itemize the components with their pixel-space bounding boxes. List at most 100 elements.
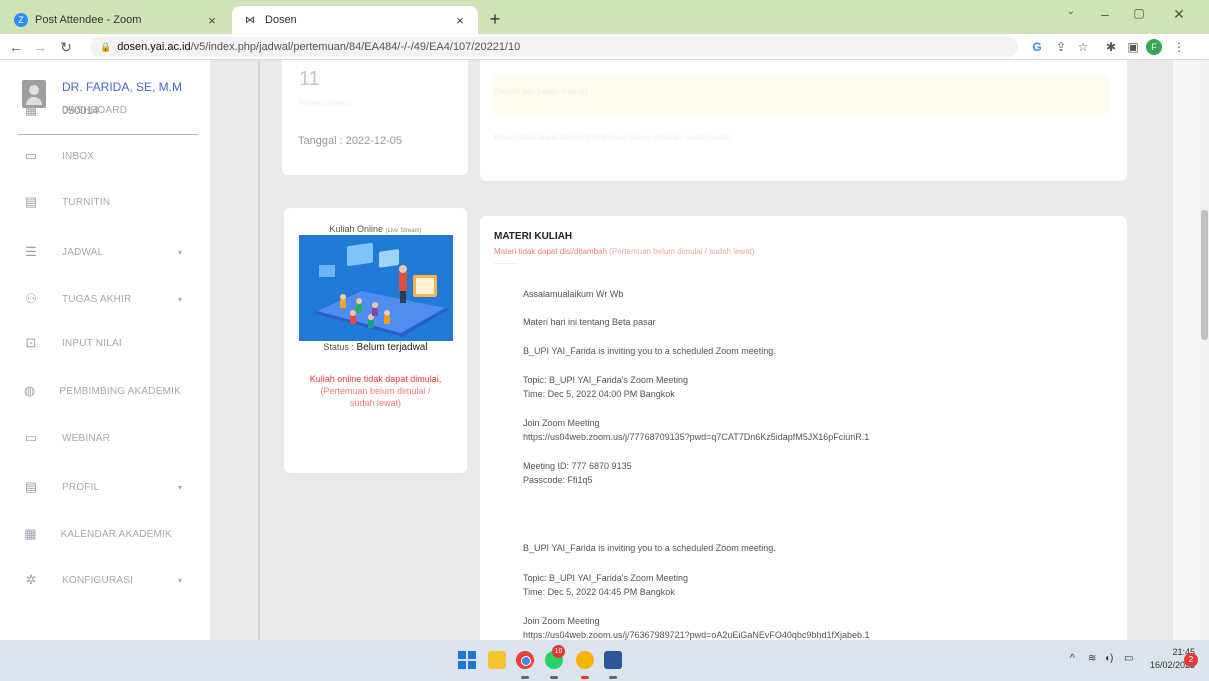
live-stream-label: (Live Stream) (385, 228, 422, 234)
bookmark-star-icon[interactable]: ☆ (1074, 37, 1092, 57)
scrollbar-thumb[interactable] (1201, 210, 1208, 340)
sidebar-item-konfigurasi[interactable]: ✲ KONFIGURASI ▾ (0, 567, 210, 593)
profile-avatar[interactable]: F (1146, 39, 1162, 55)
status-label: Status : (323, 342, 354, 352)
materi-subtitle-main: Materi tidak dapat disi/ditambah (494, 247, 607, 256)
materi-line[interactable]: https://us04web.zoom.us/j/77768709135?pw… (523, 432, 869, 442)
close-icon[interactable]: × (204, 13, 220, 28)
kuliah-online-card: Kuliah Online (Live Stream) Status : Bel… (284, 208, 467, 473)
sidebar-item-input-nilai[interactable]: ⊡ INPUT NILAI (0, 330, 210, 356)
message-disabled-text: Pesan tidak dapat dikirim (Pertemuan bel… (494, 133, 732, 142)
sidebar-item-kalendar-akademik[interactable]: ▦ KALENDAR AKADEMIK (0, 521, 210, 547)
address-bar[interactable]: 🔒 dosen.yai.ac.id/v5/index.php/jadwal/pe… (90, 37, 1018, 57)
materi-line: Join Zoom Meeting (523, 418, 600, 428)
sidebar-item-label: PEMBIMBING AKADEMIK (59, 385, 181, 397)
materi-line: Topic: B_UPI YAI_Farida's Zoom Meeting (523, 573, 688, 583)
materi-line: B_UPI YAI_Farida is inviting you to a sc… (523, 346, 776, 356)
sidebar-item-pembimbing-akademik[interactable]: ◍ PEMBIMBING AKADEMIK (0, 378, 210, 404)
side-panel-icon[interactable]: ▣ (1124, 37, 1142, 57)
new-tab-button[interactable]: + (484, 9, 506, 31)
kuliah-online-title-text: Kuliah Online (329, 224, 383, 234)
message-empty-text: (Belum ada pesan masuk) (494, 87, 588, 96)
materi-line: Join Zoom Meeting (523, 616, 600, 626)
warning-line-3: sudah lewat) (349, 398, 402, 408)
browser-toolbar: ← → ↻ 🔒 dosen.yai.ac.id/v5/index.php/jad… (0, 34, 1209, 60)
warning-line-1: Kuliah online tidak dapat dimulai, (309, 374, 442, 384)
windows-taskbar: 10 ^ ≋ ◖) ▭ 21:45 16/02/2023 2 (0, 640, 1209, 681)
restore-icon[interactable]: ▢ (1124, 6, 1154, 28)
tray-chevron-icon[interactable]: ^ (1070, 653, 1075, 664)
materi-line: Meeting ID: 777 6870 9135 (523, 461, 632, 471)
input-nilai-icon: ⊡ (25, 335, 37, 350)
chevron-down-icon: ▾ (177, 482, 182, 492)
tab-search-icon[interactable]: ⌄ (1056, 6, 1086, 28)
sidebar-item-label: JADWAL (62, 246, 104, 258)
share-icon[interactable]: ⇪ (1052, 37, 1070, 57)
divider (494, 263, 518, 264)
pertemuan-date: Tanggal : 2022-12-05 (298, 135, 402, 147)
reload-icon[interactable]: ↻ (56, 37, 76, 57)
tab-label: Post Attendee - Zoom (35, 14, 142, 26)
url-path: /v5/index.php/jadwal/pertemuan/84/EA484/… (190, 41, 521, 53)
lock-icon: 🔒 (100, 41, 112, 52)
chrome-canary-icon[interactable] (576, 651, 594, 669)
battery-icon[interactable]: ▭ (1124, 653, 1133, 664)
zoom-icon: Z (14, 13, 28, 27)
materi-line: Assalamualaikum Wr Wb (523, 289, 624, 299)
close-icon[interactable]: × (452, 13, 468, 28)
warning-line-2: (Pertemuan belum dimulai / (320, 386, 431, 396)
sidebar-item-profil[interactable]: ▤ PROFIL ▾ (0, 474, 210, 500)
tab-dosen[interactable]: ⋈ Dosen × (232, 6, 478, 34)
sidebar-item-label: INPUT NILAI (62, 337, 122, 349)
menu-dots-icon[interactable]: ⋮ (1170, 37, 1188, 57)
volume-icon[interactable]: ◖) (1104, 653, 1113, 664)
sidebar-item-tugas-akhir[interactable]: ⚇ TUGAS AKHIR ▾ (0, 286, 210, 312)
pembimbing-icon: ◍ (24, 383, 36, 398)
jadwal-icon: ☰ (25, 244, 37, 259)
chrome-icon[interactable] (516, 651, 534, 669)
minimize-icon[interactable]: – (1090, 6, 1120, 28)
sidebar-item-turnitin[interactable]: ▤ TURNITIN (0, 189, 210, 215)
file-explorer-icon[interactable] (488, 651, 506, 669)
sidebar-item-jadwal[interactable]: ☰ JADWAL ▾ (0, 239, 210, 265)
running-indicator (609, 676, 617, 679)
wifi-icon[interactable]: ≋ (1088, 653, 1096, 664)
materi-line[interactable]: https://us04web.zoom.us/j/76367989721?pw… (523, 630, 870, 640)
materi-line: Passcode: Ffi1q5 (523, 475, 593, 485)
sidebar-item-dashboard[interactable]: ▦ DASHBOARD (0, 97, 210, 123)
materi-line: Topic: B_UPI YAI_Farida's Zoom Meeting (523, 375, 688, 385)
materi-subtitle: Materi tidak dapat disi/ditambah (Pertem… (494, 247, 755, 256)
running-indicator (521, 676, 529, 679)
profil-icon: ▤ (24, 479, 38, 494)
sidebar-item-inbox[interactable]: ▭ INBOX (0, 143, 210, 169)
back-icon[interactable]: ← (6, 37, 26, 57)
materi-title: MATERI KULIAH (494, 231, 573, 242)
tab-post-attendee-zoom[interactable]: Z Post Attendee - Zoom × (4, 6, 230, 34)
kuliah-online-title: Kuliah Online (Live Stream) (284, 224, 467, 234)
pertemuan-label: Pelaksanaan (299, 98, 352, 108)
sidebar-item-label: KALENDAR AKADEMIK (60, 528, 172, 540)
tugas-akhir-icon: ⚇ (25, 291, 37, 306)
inbox-icon: ▭ (24, 148, 38, 163)
tab-label: Dosen (265, 14, 297, 26)
extensions-icon[interactable]: ✱ (1102, 37, 1120, 57)
sidebar-item-label: TUGAS AKHIR (62, 293, 132, 305)
browser-tab-strip: Z Post Attendee - Zoom × ⋈ Dosen × + ⌄ –… (0, 0, 1209, 34)
kuliah-online-warning: Kuliah online tidak dapat dimulai, (Pert… (284, 373, 467, 409)
forward-icon[interactable]: → (30, 37, 50, 57)
calendar-icon: ▦ (24, 526, 37, 541)
running-indicator (550, 676, 558, 679)
windows-start-icon[interactable] (458, 651, 476, 669)
pesan-card: (Belum ada pesan masuk) Pesan tidak dapa… (480, 60, 1127, 181)
close-window-icon[interactable]: ✕ (1164, 6, 1194, 28)
google-icon[interactable]: G (1028, 37, 1046, 57)
notification-badge[interactable]: 2 (1184, 653, 1198, 667)
sidebar-item-webinar[interactable]: ▭ WEBINAR (0, 425, 210, 451)
pertemuan-card: 11 Pelaksanaan Tanggal : 2022-12-05 (282, 60, 468, 175)
url-domain: dosen.yai.ac.id (117, 41, 191, 53)
user-name[interactable]: DR. FARIDA, SE, M.M (62, 80, 182, 94)
sidebar-item-label: TURNITIN (62, 196, 111, 208)
scrollbar[interactable] (1200, 60, 1209, 640)
webinar-icon: ▭ (24, 430, 38, 445)
word-icon[interactable] (604, 651, 622, 669)
